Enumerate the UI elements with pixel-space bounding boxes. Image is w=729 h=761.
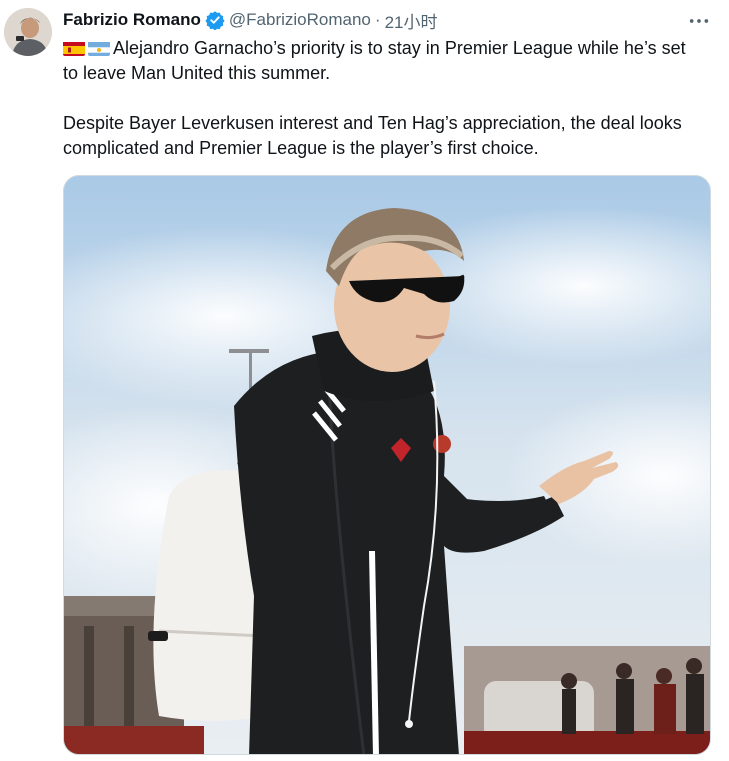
spain-flag-icon (63, 40, 85, 56)
tweet-text: Alejandro Garnacho’s priority is to stay… (63, 36, 703, 161)
author-name[interactable]: Fabrizio Romano (63, 10, 201, 30)
more-horizontal-icon[interactable] (687, 12, 711, 30)
verified-badge-icon (205, 10, 225, 30)
tweet-header: Fabrizio Romano @FabrizioRomano · 21小时 (63, 8, 437, 32)
argentina-flag-icon (88, 40, 110, 56)
tweet-photo[interactable] (63, 175, 711, 755)
separator-dot: · (374, 10, 381, 29)
tweet-paragraph-1-text: Alejandro Garnacho’s priority is to stay… (63, 38, 686, 83)
author-handle[interactable]: @FabrizioRomano (229, 10, 371, 30)
avatar[interactable] (4, 8, 52, 56)
tweet[interactable]: Fabrizio Romano @FabrizioRomano · 21小时 A… (0, 0, 729, 761)
tweet-paragraph-2: Despite Bayer Leverkusen interest and Te… (63, 113, 682, 158)
tweet-paragraph-1: Alejandro Garnacho’s priority is to stay… (63, 36, 703, 86)
timestamp[interactable]: 21小时 (385, 8, 438, 33)
